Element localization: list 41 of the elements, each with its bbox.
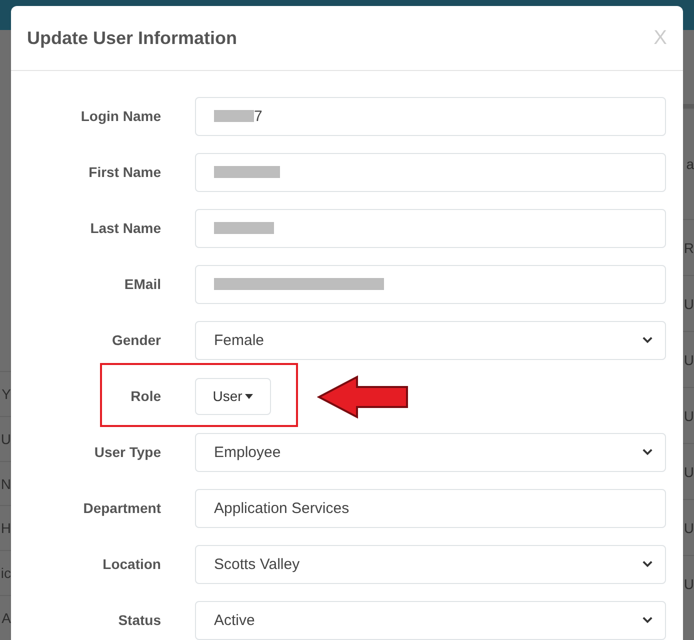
chevron-down-icon	[642, 448, 653, 456]
table-text: U	[684, 520, 694, 536]
table-text: ic	[0, 565, 11, 582]
chevron-down-icon	[642, 336, 653, 344]
table-text: R	[684, 240, 694, 256]
table-text: U	[684, 296, 694, 312]
table-text: U	[684, 576, 694, 592]
table-text: U	[684, 464, 694, 480]
select-field[interactable]: Employee	[195, 432, 666, 472]
arrow-icon	[317, 375, 409, 419]
field-label: User Type	[93, 444, 161, 460]
table-text: U	[684, 408, 694, 424]
input-field[interactable]	[195, 152, 666, 192]
input-field[interactable]: Application Services	[195, 488, 666, 528]
dialog-title: Update User Information	[27, 28, 238, 48]
field-label: Role	[130, 388, 161, 404]
dropdown-button[interactable]: User	[195, 378, 271, 414]
table-text: Y	[2, 386, 11, 402]
table-text: H	[0, 520, 11, 536]
table-text: U	[0, 430, 11, 447]
select-field[interactable]: Scotts Valley	[195, 544, 666, 584]
field-label: First Name	[88, 164, 161, 180]
field-label: Gender	[110, 332, 161, 348]
table-text: U	[684, 352, 694, 368]
field-label: Location	[102, 556, 161, 572]
field-label: EMail	[123, 276, 161, 292]
table-text: A	[2, 610, 11, 626]
field-label: Last Name	[89, 220, 161, 236]
chevron-down-icon	[642, 560, 653, 568]
field-label: Department	[82, 500, 161, 516]
field-label: Login Name	[80, 108, 161, 124]
input-field[interactable]: 7	[195, 96, 666, 136]
select-field[interactable]: Active	[195, 600, 666, 640]
table-text: N	[0, 476, 11, 492]
select-field[interactable]: Female	[195, 320, 666, 360]
input-field[interactable]	[195, 208, 666, 248]
table-text: a	[686, 156, 694, 172]
chevron-down-icon	[642, 616, 653, 624]
input-field[interactable]	[195, 264, 666, 304]
caret-icon	[245, 394, 254, 398]
field-label: Status	[117, 612, 161, 628]
